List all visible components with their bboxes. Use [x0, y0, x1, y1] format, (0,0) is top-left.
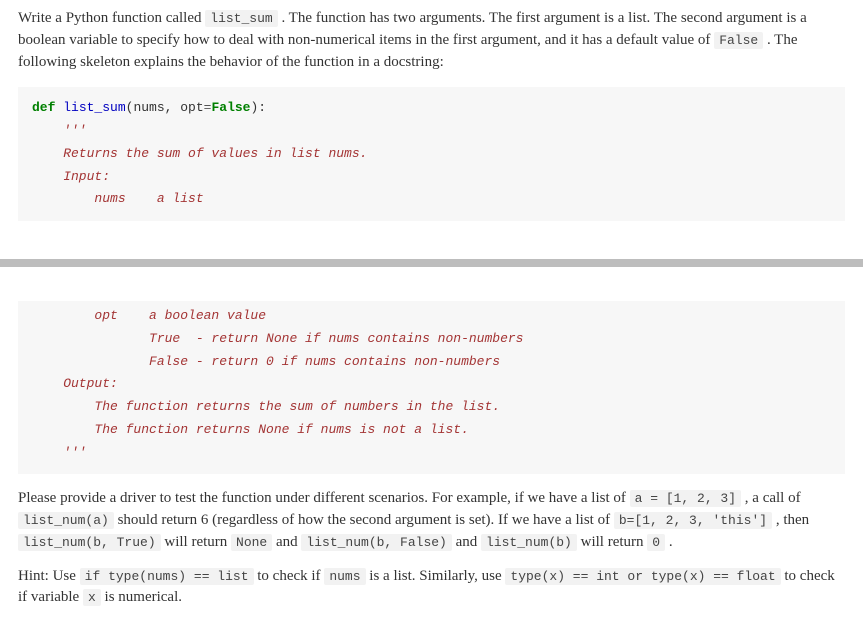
closing-t4: , then: [772, 512, 809, 528]
hint-t3: is a list. Similarly, use: [366, 568, 506, 584]
code-false: False: [714, 32, 763, 49]
doc2-close: ''': [32, 445, 87, 460]
hint-t2: to check if: [254, 568, 325, 584]
closing-t9: .: [665, 534, 673, 550]
intro-paragraph: Write a Python function called list_sum …: [18, 8, 845, 73]
doc2-l4: Output:: [32, 376, 118, 391]
closing-t2: , a call of: [741, 490, 801, 506]
code-b-list: b=[1, 2, 3, 'this']: [614, 512, 772, 529]
doc2-l1: opt a boolean value: [32, 308, 266, 323]
code-listnum-b-false: list_num(b, False): [301, 534, 451, 551]
doc-l4: Input:: [32, 169, 110, 184]
code-list-sum: list_sum: [205, 10, 277, 27]
closing-t3: should return 6 (regardless of how the s…: [114, 512, 614, 528]
spacer-above-divider: [0, 233, 863, 259]
code-block-1: def list_sum(nums, opt=False): ''' Retur…: [18, 87, 845, 221]
fn-name: list_sum: [63, 100, 125, 115]
sig-open: (nums, opt: [126, 100, 204, 115]
section-divider: [0, 259, 863, 267]
doc2-l6: The function returns None if nums is not…: [32, 422, 469, 437]
code-if-type-list: if type(nums) == list: [80, 568, 254, 585]
doc2-l5: The function returns the sum of numbers …: [32, 399, 500, 414]
intro-section: Write a Python function called list_sum …: [0, 0, 863, 233]
code-type-int-float: type(x) == int or type(x) == float: [505, 568, 780, 585]
doc-l5: nums a list: [32, 191, 204, 206]
sig-close: ):: [250, 100, 266, 115]
doc-l3: Returns the sum of values in list nums.: [32, 146, 367, 161]
closing-paragraph: Please provide a driver to test the func…: [18, 488, 845, 553]
code-block-2: opt a boolean value True - return None i…: [18, 301, 845, 474]
hint-paragraph: Hint: Use if type(nums) == list to check…: [18, 566, 845, 610]
doc2-l3: False - return 0 if nums contains non-nu…: [32, 354, 500, 369]
bi-false: False: [211, 100, 250, 115]
closing-t5: will return: [161, 534, 231, 550]
doc-open: ''': [32, 123, 87, 138]
code-nums: nums: [324, 568, 365, 585]
kw-def: def: [32, 100, 63, 115]
closing-t7: and: [452, 534, 481, 550]
hint-t1: Hint: Use: [18, 568, 80, 584]
hint-t5: is numerical.: [101, 589, 182, 605]
lower-section: opt a boolean value True - return None i…: [0, 293, 863, 623]
code-a-list: a = [1, 2, 3]: [630, 490, 741, 507]
code-zero: 0: [647, 534, 665, 551]
closing-t1: Please provide a driver to test the func…: [18, 490, 630, 506]
code-listnum-b-true: list_num(b, True): [18, 534, 161, 551]
spacer-below-divider: [0, 267, 863, 293]
code-none: None: [231, 534, 272, 551]
closing-t6: and: [272, 534, 301, 550]
closing-t8: will return: [577, 534, 647, 550]
intro-text-1: Write a Python function called: [18, 10, 205, 26]
code-x: x: [83, 589, 101, 606]
code-listnum-a: list_num(a): [18, 512, 114, 529]
doc2-l2: True - return None if nums contains non-…: [32, 331, 523, 346]
code-listnum-b: list_num(b): [481, 534, 577, 551]
